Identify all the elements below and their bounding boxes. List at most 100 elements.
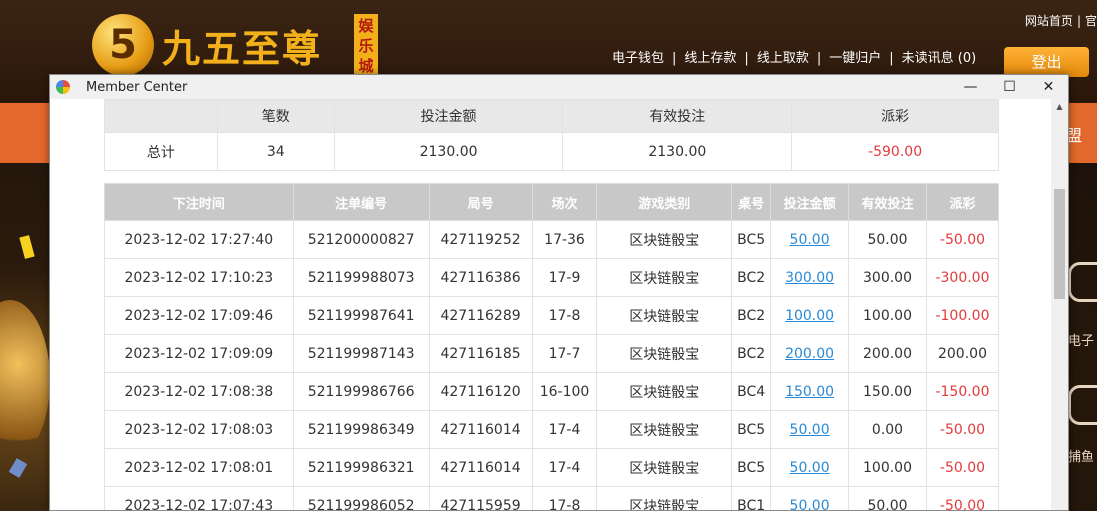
round-id-cell: 427116386: [428, 258, 533, 297]
round-id-cell: 427115959: [428, 486, 533, 510]
table-no-cell: BC4: [731, 372, 772, 411]
valid-bet-cell: 50.00: [848, 220, 927, 259]
header-round-id: 局号: [428, 183, 533, 221]
bet-amount-cell: 200.00: [770, 334, 850, 373]
vertical-scrollbar[interactable]: ▲: [1051, 99, 1068, 510]
side-label-electronic[interactable]: 电子: [1068, 330, 1094, 349]
bet-amount-cell: 50.00: [770, 486, 850, 511]
game-type-cell: 区块链骰宝: [596, 334, 733, 373]
scrollbar-thumb[interactable]: [1054, 189, 1065, 299]
bet-amount-link[interactable]: 300.00: [785, 270, 834, 286]
payout-cell: -50.00: [925, 486, 1000, 510]
summary-header-cell: 有效投注: [562, 99, 793, 133]
bet-id-cell: 521199987143: [292, 334, 430, 373]
session-cell: 17-9: [531, 258, 598, 297]
top-link-home[interactable]: 网站首页: [1025, 14, 1073, 28]
nav-deposit[interactable]: 线上存款: [684, 47, 736, 66]
bet-time-cell: 2023-12-02 17:09:09: [104, 334, 294, 373]
nav-separator: |: [816, 51, 822, 66]
session-cell: 17-36: [531, 220, 598, 259]
site-logo-mark[interactable]: 5: [92, 14, 154, 76]
game-type-cell: 区块链骰宝: [596, 486, 733, 510]
nav-consolidate[interactable]: 一键归户: [829, 47, 881, 66]
bet-record-table: 下注时间 注单编号 局号 场次 游戏类别 桌号 投注金额 有效投注 派彩 202…: [104, 183, 1000, 511]
summary-header-cell: 投注金额: [333, 99, 564, 133]
fish-icon[interactable]: [1068, 385, 1097, 425]
game-type-cell: 区块链骰宝: [596, 410, 733, 449]
nav-separator: |: [889, 51, 894, 66]
bet-id-cell: 521199986766: [292, 372, 430, 411]
top-links: 网站首页 | 官: [1025, 12, 1097, 29]
header-session: 场次: [531, 183, 598, 221]
member-center-content: 笔数 投注金额 有效投注 派彩 总计 34 2130.00 2130.00 -5…: [50, 99, 1068, 511]
bet-amount-link[interactable]: 50.00: [790, 498, 830, 511]
side-label-fishing[interactable]: 捕鱼: [1068, 446, 1094, 465]
summary-header-row: 笔数 投注金额 有效投注 派彩: [104, 99, 999, 133]
close-button[interactable]: ✕: [1029, 75, 1068, 99]
nav-unread-messages[interactable]: 未读讯息 (0): [902, 47, 977, 66]
bet-time-cell: 2023-12-02 17:08:01: [104, 448, 294, 487]
window-titlebar[interactable]: Member Center — ☐ ✕: [50, 75, 1068, 99]
minimize-button[interactable]: —: [951, 75, 990, 99]
bet-time-cell: 2023-12-02 17:09:46: [104, 296, 294, 335]
bet-amount-cell: 50.00: [770, 220, 850, 259]
bet-amount-link[interactable]: 50.00: [790, 422, 830, 438]
session-cell: 17-4: [531, 448, 598, 487]
table-no-cell: BC2: [731, 296, 772, 335]
header-bet-id: 注单编号: [292, 183, 430, 221]
header-bet-time: 下注时间: [104, 183, 294, 221]
table-no-cell: BC5: [731, 220, 772, 259]
bet-id-cell: 521199986052: [292, 486, 430, 510]
maximize-button[interactable]: ☐: [990, 75, 1029, 99]
bet-amount-link[interactable]: 50.00: [790, 232, 830, 248]
slot-machine-icon[interactable]: [1068, 262, 1097, 302]
account-nav: 电子钱包 | 线上存款 | 线上取款 | 一键归户 | 未读讯息 (0): [612, 47, 976, 66]
game-type-cell: 区块链骰宝: [596, 448, 733, 487]
table-row: 2023-12-02 17:08:01 521199986321 427116014…: [104, 448, 1000, 487]
bet-amount-link[interactable]: 150.00: [785, 384, 834, 400]
summary-header-cell: 派彩: [791, 99, 999, 133]
bet-amount-cell: 100.00: [770, 296, 850, 335]
table-no-cell: BC1: [731, 486, 772, 510]
session-cell: 17-8: [531, 296, 598, 335]
table-row: 2023-12-02 17:08:03 521199986349 427116014…: [104, 410, 1000, 449]
table-row: 2023-12-02 17:09:46 521199987641 427116289…: [104, 296, 1000, 335]
header-table-no: 桌号: [731, 183, 772, 221]
valid-bet-cell: 100.00: [848, 448, 927, 487]
bet-amount-link[interactable]: 100.00: [785, 308, 834, 324]
window-controls: — ☐ ✕: [951, 75, 1068, 99]
payout-cell: -300.00: [925, 258, 1000, 297]
site-logo-badge: 娱乐城: [354, 14, 378, 76]
bet-amount-link[interactable]: 200.00: [785, 346, 834, 362]
summary-total-row: 总计 34 2130.00 2130.00 -590.00: [104, 132, 999, 171]
summary-total-label: 总计: [104, 132, 218, 171]
table-no-cell: BC2: [731, 334, 772, 373]
window-title: Member Center: [86, 79, 188, 95]
header-valid-bet: 有效投注: [848, 183, 927, 221]
table-row: 2023-12-02 17:07:43 521199986052 427115959…: [104, 486, 1000, 511]
bet-id-cell: 521200000827: [292, 220, 430, 259]
logout-button[interactable]: 登出: [1004, 47, 1089, 77]
game-type-cell: 区块链骰宝: [596, 372, 733, 411]
valid-bet-cell: 100.00: [848, 296, 927, 335]
table-no-cell: BC2: [731, 258, 772, 297]
summary-payout: -590.00: [791, 132, 999, 171]
site-logo-text[interactable]: 九五至尊: [162, 18, 322, 73]
bet-time-cell: 2023-12-02 17:10:23: [104, 258, 294, 297]
header-bet-amount: 投注金额: [770, 183, 850, 221]
bet-record-header-row: 下注时间 注单编号 局号 场次 游戏类别 桌号 投注金额 有效投注 派彩: [104, 183, 1000, 221]
bet-amount-link[interactable]: 50.00: [790, 460, 830, 476]
nav-withdraw[interactable]: 线上取款: [757, 47, 809, 66]
bet-id-cell: 521199986321: [292, 448, 430, 487]
bet-time-cell: 2023-12-02 17:27:40: [104, 220, 294, 259]
bet-id-cell: 521199986349: [292, 410, 430, 449]
valid-bet-cell: 300.00: [848, 258, 927, 297]
payout-cell: 200.00: [925, 334, 1000, 373]
top-link-official[interactable]: 官: [1085, 14, 1097, 28]
bet-amount-cell: 50.00: [770, 410, 850, 449]
summary-header-cell: 笔数: [216, 99, 335, 133]
scroll-up-arrow-icon[interactable]: ▲: [1051, 99, 1068, 115]
nav-wallet[interactable]: 电子钱包: [612, 47, 664, 66]
nav-separator: |: [672, 51, 677, 66]
browser-app-icon: [56, 80, 70, 94]
